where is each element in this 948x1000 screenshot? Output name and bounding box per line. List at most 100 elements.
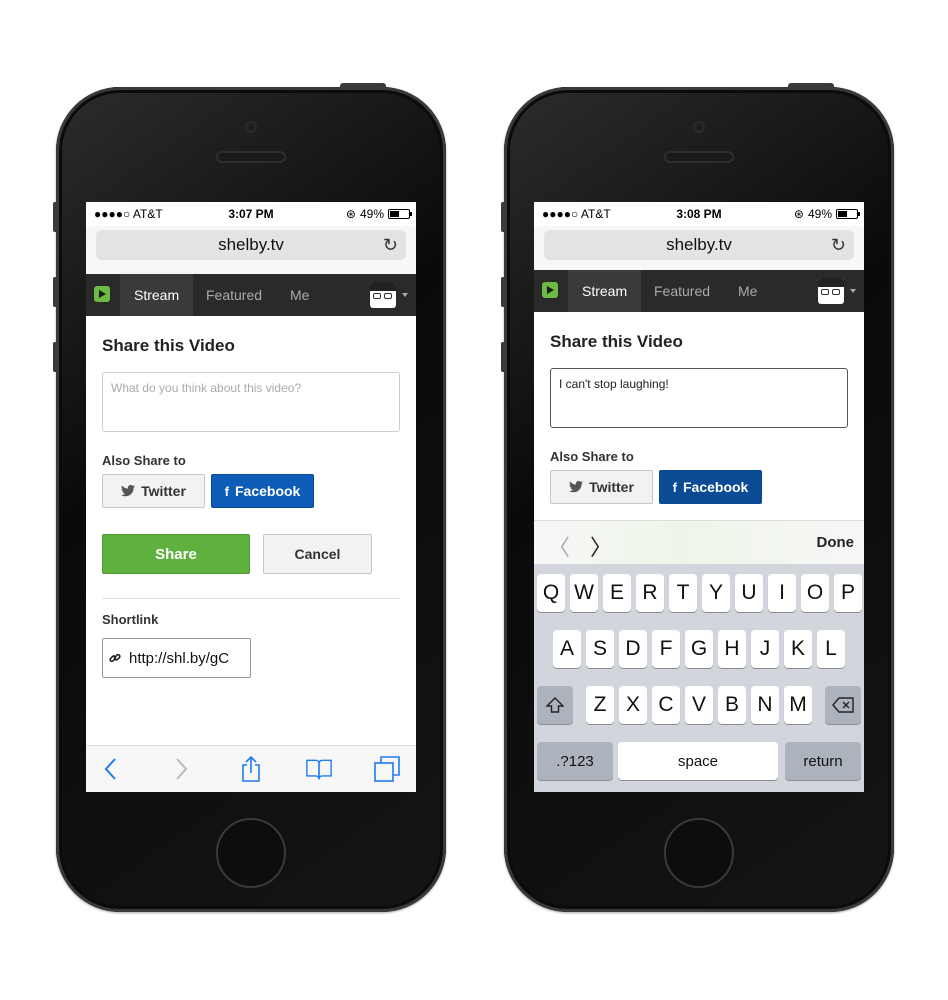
- facebook-f-icon: f: [672, 479, 677, 495]
- key-k[interactable]: K: [784, 630, 812, 668]
- site-nav: Stream Featured Me: [86, 274, 416, 316]
- shortlink-label: Shortlink: [102, 612, 159, 627]
- home-button[interactable]: [216, 818, 286, 888]
- key-c[interactable]: C: [652, 686, 680, 724]
- key-v[interactable]: V: [685, 686, 713, 724]
- key-r[interactable]: R: [636, 574, 664, 612]
- twitter-button[interactable]: Twitter: [102, 474, 205, 508]
- key-u[interactable]: U: [735, 574, 763, 612]
- shortlink-value: http://shl.by/gC: [129, 649, 230, 667]
- reload-icon[interactable]: ↻: [383, 230, 398, 260]
- avatar[interactable]: [818, 278, 844, 304]
- url-text: shelby.tv: [666, 235, 732, 254]
- space-key[interactable]: space: [618, 742, 778, 780]
- key-x[interactable]: X: [619, 686, 647, 724]
- facebook-label: Facebook: [682, 479, 749, 495]
- also-share-label: Also Share to: [102, 453, 186, 468]
- tab-me[interactable]: Me: [276, 274, 323, 316]
- chevron-down-icon[interactable]: [850, 289, 856, 293]
- reload-icon[interactable]: ↻: [831, 230, 846, 260]
- key-n[interactable]: N: [751, 686, 779, 724]
- home-button[interactable]: [664, 818, 734, 888]
- key-w[interactable]: W: [570, 574, 598, 612]
- forward-icon[interactable]: [168, 756, 194, 782]
- next-field-icon[interactable]: 〉: [590, 530, 612, 562]
- divider: [102, 598, 400, 599]
- url-text: shelby.tv: [218, 235, 284, 254]
- screen: ●●●●○ AT&T 3:08 PM ⊛ 49% shelby.tv ↻ Str…: [534, 202, 864, 792]
- key-h[interactable]: H: [718, 630, 746, 668]
- shift-key[interactable]: [537, 686, 573, 724]
- earpiece-speaker: [664, 151, 734, 163]
- site-nav: Stream Featured Me: [534, 270, 864, 312]
- key-q[interactable]: Q: [537, 574, 565, 612]
- keyboard-accessory-bar: 〈 〉 Done: [534, 520, 864, 565]
- shelby-logo-icon[interactable]: [542, 282, 558, 298]
- chevron-down-icon[interactable]: [402, 293, 408, 297]
- address-bar[interactable]: shelby.tv ↻: [96, 230, 406, 260]
- facebook-button[interactable]: f Facebook: [659, 470, 762, 504]
- twitter-button[interactable]: Twitter: [550, 470, 653, 504]
- cancel-button[interactable]: Cancel: [263, 534, 372, 574]
- battery-percent: 49%: [807, 207, 832, 221]
- facebook-label: Facebook: [234, 483, 301, 499]
- share-panel: Share this Video I can't stop laughing! …: [534, 312, 864, 522]
- shelby-logo-icon[interactable]: [94, 286, 110, 302]
- done-button[interactable]: Done: [817, 534, 855, 551]
- key-e[interactable]: E: [603, 574, 631, 612]
- twitter-bird-icon: [121, 485, 136, 497]
- volume-up-button: [53, 277, 58, 307]
- status-bar: ●●●●○ AT&T 3:08 PM ⊛ 49%: [534, 202, 864, 226]
- comment-input[interactable]: I can't stop laughing!: [550, 368, 848, 428]
- key-z[interactable]: Z: [586, 686, 614, 724]
- mute-switch: [53, 202, 58, 232]
- comment-input[interactable]: What do you think about this video?: [102, 372, 400, 432]
- also-share-label: Also Share to: [550, 449, 634, 464]
- key-p[interactable]: P: [834, 574, 862, 612]
- key-m[interactable]: M: [784, 686, 812, 724]
- shortlink-field[interactable]: http://shl.by/gC: [102, 638, 251, 678]
- battery-icon: [836, 209, 860, 219]
- battery-percent: 49%: [359, 207, 384, 221]
- return-key[interactable]: return: [785, 742, 861, 780]
- screen: ●●●●○ AT&T 3:07 PM ⊛ 49% shelby.tv ↻ Str…: [86, 202, 416, 792]
- key-b[interactable]: B: [718, 686, 746, 724]
- front-camera: [693, 121, 705, 133]
- share-icon[interactable]: [238, 756, 264, 782]
- key-l[interactable]: L: [817, 630, 845, 668]
- key-j[interactable]: J: [751, 630, 779, 668]
- delete-key[interactable]: [825, 686, 861, 724]
- key-g[interactable]: G: [685, 630, 713, 668]
- battery-icon: [388, 209, 412, 219]
- page-title: Share this Video: [102, 336, 235, 355]
- tab-featured[interactable]: Featured: [192, 274, 276, 316]
- bookmarks-icon[interactable]: [306, 756, 332, 782]
- volume-down-button: [53, 342, 58, 372]
- share-button[interactable]: Share: [102, 534, 250, 574]
- back-icon[interactable]: [98, 756, 124, 782]
- shift-icon: [546, 697, 564, 713]
- tabs-icon[interactable]: [374, 756, 400, 782]
- numbers-key[interactable]: .?123: [537, 742, 613, 780]
- key-y[interactable]: Y: [702, 574, 730, 612]
- power-button: [788, 83, 834, 89]
- tab-featured[interactable]: Featured: [640, 270, 724, 312]
- avatar[interactable]: [370, 282, 396, 308]
- tab-stream[interactable]: Stream: [120, 274, 194, 316]
- key-d[interactable]: D: [619, 630, 647, 668]
- rotation-lock-icon: ⊛: [793, 207, 804, 221]
- tab-me[interactable]: Me: [724, 270, 771, 312]
- tab-stream[interactable]: Stream: [568, 270, 642, 312]
- previous-field-icon[interactable]: 〈: [548, 530, 570, 562]
- key-o[interactable]: O: [801, 574, 829, 612]
- key-t[interactable]: T: [669, 574, 697, 612]
- key-s[interactable]: S: [586, 630, 614, 668]
- address-bar[interactable]: shelby.tv ↻: [544, 230, 854, 260]
- twitter-label: Twitter: [589, 479, 634, 495]
- link-icon: [109, 653, 121, 663]
- key-a[interactable]: A: [553, 630, 581, 668]
- key-f[interactable]: F: [652, 630, 680, 668]
- key-i[interactable]: I: [768, 574, 796, 612]
- facebook-button[interactable]: f Facebook: [211, 474, 314, 508]
- status-bar: ●●●●○ AT&T 3:07 PM ⊛ 49%: [86, 202, 416, 226]
